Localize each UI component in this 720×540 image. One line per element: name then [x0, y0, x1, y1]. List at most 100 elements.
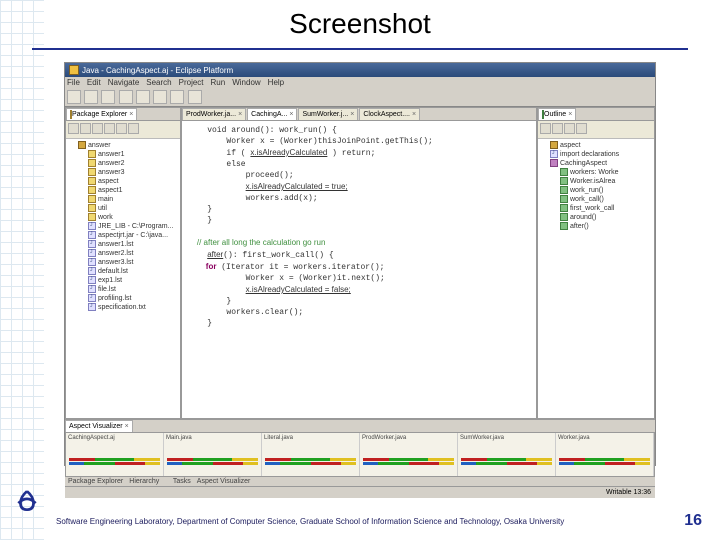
visualizer-column[interactable]: Worker.java	[556, 433, 654, 476]
menu-file[interactable]: File	[67, 78, 80, 87]
tree-node[interactable]: aspect1	[68, 186, 178, 195]
tree-node[interactable]: Worker.isAlrea	[540, 177, 652, 186]
tree-node[interactable]: answer3	[68, 168, 178, 177]
aspect-visualizer[interactable]: CachingAspect.ajMain.javaLiteral.javaPro…	[65, 432, 655, 477]
save-button[interactable]	[84, 90, 98, 104]
visualizer-col-label: Literal.java	[264, 435, 357, 441]
left-bottom-tabs[interactable]: Package Explorer Hierarchy Tasks Aspect Vi…	[65, 477, 655, 486]
close-icon[interactable]: ×	[568, 111, 572, 118]
tree-node[interactable]: specification.txt	[68, 303, 178, 312]
tree-node[interactable]: work_run()	[540, 186, 652, 195]
editor-tab[interactable]: CachingA...×	[247, 108, 297, 120]
tree-node[interactable]: first_work_call	[540, 204, 652, 213]
collapse-button[interactable]	[104, 123, 115, 134]
eclipse-window: Java - CachingAspect.aj - Eclipse Platfo…	[64, 62, 656, 466]
explorer-toolbar[interactable]	[66, 121, 180, 139]
print-button[interactable]	[101, 90, 115, 104]
tree-node[interactable]: file.lst	[68, 285, 178, 294]
run-button[interactable]	[153, 90, 167, 104]
close-icon[interactable]: ×	[238, 111, 242, 118]
tree-node[interactable]: after()	[540, 222, 652, 231]
close-icon[interactable]: ×	[350, 111, 354, 118]
tree-node[interactable]: work	[68, 213, 178, 222]
tree-node[interactable]: workers: Worke	[540, 168, 652, 177]
visualizer-column[interactable]: Literal.java	[262, 433, 360, 476]
tree-node[interactable]: exp1.lst	[68, 276, 178, 285]
menubar[interactable]: File Edit Navigate Search Project Run Window He…	[65, 77, 655, 88]
package-tree[interactable]: answeranswer1answer2answer3aspectaspect1…	[66, 139, 180, 418]
tree-node[interactable]: answer1.lst	[68, 240, 178, 249]
node-label: exp1.lst	[98, 277, 122, 284]
visualizer-column[interactable]: ProdWorker.java	[360, 433, 458, 476]
menu-edit[interactable]: Edit	[87, 78, 101, 87]
editor-pane: ProdWorker.ja...×CachingA...×SumWorker.j…	[181, 107, 537, 419]
outline-tree[interactable]: aspectimport declarationsCachingAspectwo…	[538, 139, 654, 418]
jfile-icon	[88, 249, 96, 257]
menu-search[interactable]: Search	[146, 78, 171, 87]
asp-icon	[550, 159, 558, 167]
search-button[interactable]	[188, 90, 202, 104]
bottom-tab[interactable]: Package Explorer	[68, 478, 123, 485]
sort-button[interactable]	[540, 123, 551, 134]
bottom-tab[interactable]: Tasks	[173, 478, 191, 485]
tree-node[interactable]: main	[68, 195, 178, 204]
tree-node[interactable]: default.lst	[68, 267, 178, 276]
menu-run[interactable]: Run	[211, 78, 226, 87]
fld-icon	[88, 204, 96, 212]
tree-node[interactable]: answer1	[68, 150, 178, 159]
menu-window[interactable]: Window	[232, 78, 260, 87]
hide-static-button[interactable]	[564, 123, 575, 134]
tree-node[interactable]: answer2.lst	[68, 249, 178, 258]
menu-project[interactable]: Project	[179, 78, 204, 87]
tree-node[interactable]: answer	[68, 141, 178, 150]
tree-node[interactable]: CachingAspect	[540, 159, 652, 168]
tree-node[interactable]: JRE_LIB - C:\Program...	[68, 222, 178, 231]
visualizer-column[interactable]: CachingAspect.aj	[66, 433, 164, 476]
editor-tabs[interactable]: ProdWorker.ja...×CachingA...×SumWorker.j…	[182, 108, 536, 121]
close-icon[interactable]: ×	[412, 111, 416, 118]
close-icon[interactable]: ×	[125, 423, 129, 430]
visualizer-column[interactable]: Main.java	[164, 433, 262, 476]
node-label: first_work_call	[570, 205, 614, 212]
tree-node[interactable]: aspect	[540, 141, 652, 150]
editor-tab[interactable]: ClockAspect....×	[359, 108, 420, 120]
link-button[interactable]	[116, 123, 127, 134]
outline-toolbar[interactable]	[538, 121, 654, 139]
node-label: util	[98, 205, 107, 212]
aspect-visualizer-tab[interactable]: Aspect Visualizer×	[65, 420, 133, 432]
tree-node[interactable]: answer3.lst	[68, 258, 178, 267]
hide-nonpublic-button[interactable]	[576, 123, 587, 134]
ext-tools-button[interactable]	[170, 90, 184, 104]
package-explorer-tab[interactable]: Package Explorer×	[66, 108, 137, 120]
node-label: import declarations	[560, 151, 619, 158]
close-icon[interactable]: ×	[129, 111, 133, 118]
close-icon[interactable]: ×	[289, 111, 293, 118]
new-button[interactable]	[67, 90, 81, 104]
hide-fields-button[interactable]	[552, 123, 563, 134]
build-button[interactable]	[119, 90, 133, 104]
debug-button[interactable]	[136, 90, 150, 104]
editor-tab[interactable]: SumWorker.j...×	[298, 108, 358, 120]
tree-node[interactable]: answer2	[68, 159, 178, 168]
tree-node[interactable]: util	[68, 204, 178, 213]
tree-node[interactable]: work_call()	[540, 195, 652, 204]
bottom-tab[interactable]: Hierarchy	[129, 478, 159, 485]
outline-tab[interactable]: Outline×	[538, 108, 576, 120]
bottom-tab[interactable]: Aspect Visualizer	[197, 478, 251, 485]
main-toolbar[interactable]	[65, 88, 655, 107]
tree-node[interactable]: profiling.lst	[68, 294, 178, 303]
fwd-button[interactable]	[80, 123, 91, 134]
tree-node[interactable]: around()	[540, 213, 652, 222]
menu-navigate[interactable]: Navigate	[108, 78, 140, 87]
tree-node[interactable]: aspectjrt.jar - C:\java...	[68, 231, 178, 240]
visualizer-column[interactable]: SumWorker.java	[458, 433, 556, 476]
tree-node[interactable]: import declarations	[540, 150, 652, 159]
menu-button[interactable]	[128, 123, 139, 134]
tree-node[interactable]: aspect	[68, 177, 178, 186]
code-editor[interactable]: void around(): work_run() { Worker x = (…	[182, 121, 536, 418]
menu-help[interactable]: Help	[268, 78, 284, 87]
back-button[interactable]	[68, 123, 79, 134]
up-button[interactable]	[92, 123, 103, 134]
editor-tab[interactable]: ProdWorker.ja...×	[182, 108, 246, 120]
node-label: JRE_LIB - C:\Program...	[98, 223, 173, 230]
